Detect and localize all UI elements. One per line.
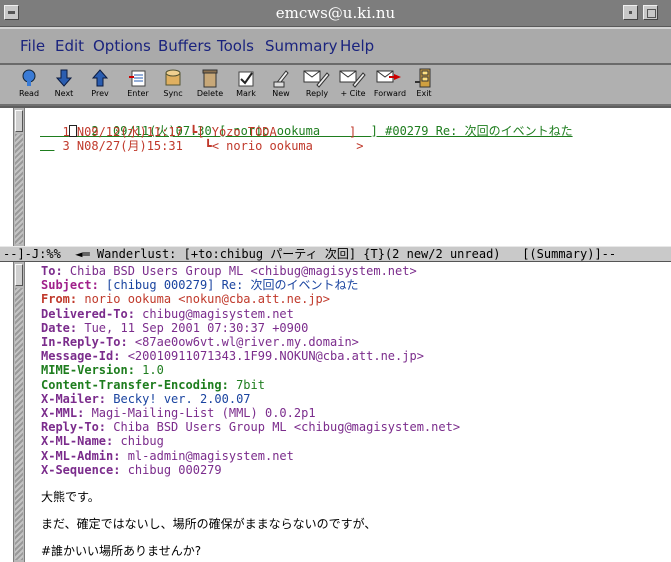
menu-edit[interactable]: Edit <box>55 37 84 55</box>
header-key: To: <box>41 264 63 278</box>
message-pane[interactable]: To: Chiba BSD Users Group ML <chibug@mag… <box>0 262 671 562</box>
menu-tools[interactable]: Tools <box>217 37 254 55</box>
header-value: Magi-Mailing-List (MML) 0.0.2p1 <box>84 406 316 420</box>
read-button[interactable]: Read <box>10 68 48 104</box>
trash-icon <box>201 68 219 88</box>
menu-bar: File Edit Options Buffers Tools Summary … <box>0 27 671 65</box>
header-line: X-ML-Name: chibug <box>41 434 164 448</box>
forward-button[interactable]: Forward <box>371 68 409 104</box>
sync-icon <box>164 68 182 88</box>
header-value: 1.0 <box>134 363 164 378</box>
new-message-icon <box>272 68 290 88</box>
header-value: chibug 000279 <box>120 462 222 477</box>
header-line: X-Sequence: chibug 000279 <box>41 463 222 477</box>
header-line: In-Reply-To: <87ae0ow6vt.wl@river.my.dom… <box>41 335 359 349</box>
header-key: X-MML: <box>41 406 85 420</box>
window-title: emcws@u.ki.nu <box>275 4 396 22</box>
header-value: chibug@magisystem.net <box>134 306 294 321</box>
header-key: From: <box>41 292 78 307</box>
header-line: X-ML-Admin: ml-admin@magisystem.net <box>41 449 294 463</box>
header-line: From: norio ookuma <nokun@cba.att.ne.jp> <box>41 292 330 306</box>
header-value: Becky! ver. 2.00.07 <box>106 391 251 406</box>
toolbar: Read Next Prev Enter Sync Delete Mark Ne… <box>0 65 671 106</box>
header-value: ml-admin@magisystem.net <box>120 448 294 463</box>
next-arrow-icon <box>55 68 73 88</box>
menu-file[interactable]: File <box>20 37 45 55</box>
menu-buffers[interactable]: Buffers <box>158 37 211 55</box>
menu-options[interactable]: Options <box>93 37 151 55</box>
window-titlebar[interactable]: emcws@u.ki.nu <box>0 0 671 27</box>
header-key: X-ML-Admin: <box>41 448 121 463</box>
header-line: Message-Id: <20010911071343.1F99.NOKUN@c… <box>41 349 424 363</box>
cite-icon <box>339 68 367 88</box>
header-value: Chiba BSD Users Group ML <chibug@magisys… <box>62 264 417 278</box>
header-value: Chiba BSD Users Group ML <chibug@magisys… <box>106 420 461 435</box>
reply-icon <box>303 68 331 88</box>
header-key: X-Sequence: <box>41 462 121 477</box>
sync-button[interactable]: Sync <box>154 68 192 104</box>
header-line: MIME-Version: 1.0 <box>41 363 164 377</box>
header-value: [chibug 000279] Re: 次回のイベントねた <box>98 278 359 293</box>
exit-button[interactable]: Exit <box>405 68 443 104</box>
enter-button[interactable]: Enter <box>119 68 157 104</box>
delete-button[interactable]: Delete <box>191 68 229 104</box>
header-line: To: Chiba BSD Users Group ML <chibug@mag… <box>41 264 417 278</box>
menu-summary[interactable]: Summary <box>265 37 338 55</box>
prev-button[interactable]: Prev <box>81 68 119 104</box>
read-icon <box>20 68 38 88</box>
header-line: X-MML: Magi-Mailing-List (MML) 0.0.2p1 <box>41 406 316 420</box>
summary-pane[interactable]: 2 09/11(火)07:30 [ norio ookuma ] #00279 … <box>0 106 671 246</box>
enter-folder-icon <box>129 68 147 88</box>
new-button[interactable]: New <box>262 68 300 104</box>
header-line: Reply-To: Chiba BSD Users Group ML <chib… <box>41 420 460 434</box>
header-key: Date: <box>41 320 78 335</box>
reply-button[interactable]: Reply <box>298 68 336 104</box>
header-value: 7bit <box>228 377 265 392</box>
body-line: まだ、確定ではないし、場所の確保がままならないのですが、 <box>41 517 377 531</box>
header-line: Date: Tue, 11 Sep 2001 07:30:37 +0900 <box>41 321 308 335</box>
header-key: Delivered-To: <box>41 306 135 321</box>
header-key: X-Mailer: <box>41 391 107 406</box>
minimize-button[interactable] <box>623 5 638 20</box>
summary-row[interactable]: 3 N08/27(月)15:31 ┗< norio ookuma > <box>48 139 363 153</box>
mark-button[interactable]: Mark <box>227 68 265 104</box>
prev-arrow-icon <box>91 68 109 88</box>
body-line: 大熊です。 <box>41 490 100 504</box>
scrollbar-thumb[interactable] <box>15 264 23 286</box>
header-value: Tue, 11 Sep 2001 07:30:37 +0900 <box>77 320 309 335</box>
header-value: norio ookuma <nokun@cba.att.ne.jp> <box>77 292 330 307</box>
mark-icon <box>237 68 255 88</box>
maximize-button[interactable] <box>643 5 658 20</box>
forward-icon <box>376 68 404 88</box>
header-line: Subject: [chibug 000279] Re: 次回のイベントねた <box>41 278 359 292</box>
header-key: Reply-To: <box>41 420 107 435</box>
mode-line: --]-J:%% ◄═ Wanderlust: [+to:chibug パーティ… <box>0 246 671 262</box>
menu-help[interactable]: Help <box>340 37 374 55</box>
next-button[interactable]: Next <box>45 68 83 104</box>
header-value: <87ae0ow6vt.wl@river.my.domain> <box>127 335 359 349</box>
exit-icon <box>415 68 433 88</box>
header-line: Delivered-To: chibug@magisystem.net <box>41 307 294 321</box>
header-key: MIME-Version: <box>41 363 135 378</box>
summary-row[interactable]: 1 N09/12(水)11:17 ┗[ Yozo TODA ] <box>48 125 356 139</box>
scrollbar-thumb[interactable] <box>15 110 23 132</box>
header-key: Subject: <box>41 278 99 293</box>
message-scrollbar[interactable] <box>13 262 25 562</box>
summary-scrollbar[interactable] <box>13 108 25 246</box>
header-value: chibug <box>113 434 164 449</box>
body-line: #誰かいい場所ありませんか? <box>41 544 202 558</box>
cite-button[interactable]: + Cite <box>334 68 372 104</box>
header-key: X-ML-Name: <box>41 434 114 449</box>
header-key: Message-Id: <box>41 349 121 364</box>
header-line: Content-Transfer-Encoding: 7bit <box>41 378 265 392</box>
header-key: Content-Transfer-Encoding: <box>41 377 229 392</box>
header-line: X-Mailer: Becky! ver. 2.00.07 <box>41 392 251 406</box>
header-key: In-Reply-To: <box>41 335 128 349</box>
header-value: <20010911071343.1F99.NOKUN@cba.att.ne.jp… <box>120 349 424 364</box>
